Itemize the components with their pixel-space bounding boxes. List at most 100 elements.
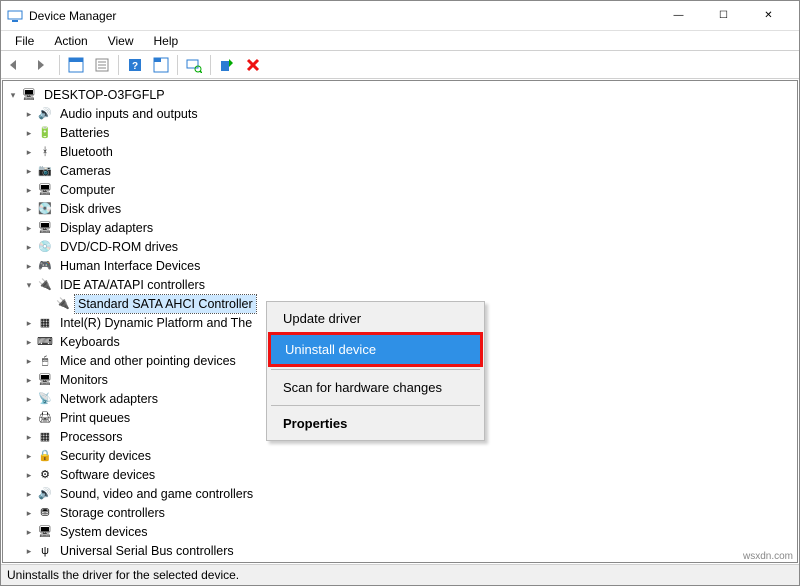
close-button[interactable]: ✕ <box>746 1 791 31</box>
node-label: Print queues <box>57 409 133 427</box>
hid-icon: 🎮 <box>37 258 53 274</box>
tree-category[interactable]: ▸⛃Storage controllers <box>5 503 795 522</box>
properties-button[interactable] <box>90 54 114 76</box>
expand-icon[interactable]: ▸ <box>23 184 35 196</box>
expand-icon[interactable]: ▸ <box>23 241 35 253</box>
expand-icon[interactable]: ▸ <box>23 127 35 139</box>
expand-icon[interactable]: ▸ <box>23 203 35 215</box>
menu-view[interactable]: View <box>98 32 144 50</box>
node-label: Sound, video and game controllers <box>57 485 256 503</box>
tree-category[interactable]: ▸🔒Security devices <box>5 446 795 465</box>
root-icon: 🖥 <box>21 87 37 103</box>
tree-category[interactable]: ▸ᚼBluetooth <box>5 142 795 161</box>
node-label: Processors <box>57 428 126 446</box>
node-label: System devices <box>57 523 151 541</box>
audio-icon: 🔊 <box>37 106 53 122</box>
tree-category[interactable]: ▸⚙Software devices <box>5 465 795 484</box>
tree-category[interactable]: ▾🔌IDE ATA/ATAPI controllers <box>5 275 795 294</box>
expand-icon[interactable]: ▸ <box>23 545 35 557</box>
tree-category[interactable]: ▸🖥Display adapters <box>5 218 795 237</box>
expand-icon[interactable]: ▸ <box>23 412 35 424</box>
expand-icon[interactable]: ▸ <box>23 260 35 272</box>
expand-icon[interactable]: ▸ <box>23 336 35 348</box>
sound-icon: 🔊 <box>37 486 53 502</box>
tree-category[interactable]: ▸🖥System devices <box>5 522 795 541</box>
expand-icon[interactable]: ▸ <box>23 108 35 120</box>
node-label: IDE ATA/ATAPI controllers <box>57 276 208 294</box>
expand-icon[interactable]: ▸ <box>23 222 35 234</box>
tree-category[interactable]: ▸📷Cameras <box>5 161 795 180</box>
expand-icon[interactable]: ▸ <box>23 488 35 500</box>
expand-icon[interactable]: ▸ <box>23 317 35 329</box>
monitor-icon: 🖥 <box>37 372 53 388</box>
tree-root[interactable]: ▾🖥DESKTOP-O3FGFLP <box>5 85 795 104</box>
node-label: Human Interface Devices <box>57 257 203 275</box>
node-label: Standard SATA AHCI Controller <box>75 295 256 313</box>
nav-forward-button[interactable] <box>31 54 55 76</box>
tree-category[interactable]: ▸🎮Human Interface Devices <box>5 256 795 275</box>
mouse-icon: 🖱 <box>37 353 53 369</box>
update-driver-button[interactable] <box>215 54 239 76</box>
tree-category[interactable]: ▸ψUniversal Serial Bus controllers <box>5 541 795 560</box>
expand-icon[interactable]: ▸ <box>23 146 35 158</box>
expand-icon[interactable]: ▸ <box>23 469 35 481</box>
app-icon <box>7 8 23 24</box>
expand-icon[interactable]: ▸ <box>23 374 35 386</box>
leaf-icon: 🔌 <box>55 296 71 312</box>
software-icon: ⚙ <box>37 467 53 483</box>
action-button[interactable] <box>149 54 173 76</box>
uninstall-button[interactable] <box>241 54 265 76</box>
computer-icon: 🖥 <box>37 182 53 198</box>
window-title: Device Manager <box>29 9 656 23</box>
collapse-icon[interactable]: ▾ <box>7 89 19 101</box>
statusbar-text: Uninstalls the driver for the selected d… <box>7 568 239 582</box>
scan-hardware-button[interactable] <box>182 54 206 76</box>
camera-icon: 📷 <box>37 163 53 179</box>
tree-category[interactable]: ▸🔊Sound, video and game controllers <box>5 484 795 503</box>
expand-icon[interactable]: ▸ <box>23 526 35 538</box>
node-label: Universal Serial Bus controllers <box>57 542 237 560</box>
node-label: Network adapters <box>57 390 161 408</box>
dvd-icon: 💿 <box>37 239 53 255</box>
context-menu-item[interactable]: Scan for hardware changes <box>269 373 482 402</box>
svg-text:?: ? <box>132 61 138 72</box>
show-hidden-button[interactable] <box>64 54 88 76</box>
tree-category[interactable]: ▸🔊Audio inputs and outputs <box>5 104 795 123</box>
menu-file[interactable]: File <box>5 32 44 50</box>
expand-icon[interactable]: ▸ <box>23 507 35 519</box>
minimize-button[interactable]: — <box>656 1 701 31</box>
context-menu-item[interactable]: Uninstall device <box>271 335 480 364</box>
tree-category[interactable]: ▸🖥Computer <box>5 180 795 199</box>
menu-help[interactable]: Help <box>144 32 189 50</box>
tree-category[interactable]: ▸💿DVD/CD-ROM drives <box>5 237 795 256</box>
toolbar-separator <box>118 55 119 75</box>
toolbar-separator <box>177 55 178 75</box>
collapse-icon[interactable]: ▾ <box>23 279 35 291</box>
node-label: DVD/CD-ROM drives <box>57 238 181 256</box>
storage-icon: ⛃ <box>37 505 53 521</box>
nav-back-button[interactable] <box>5 54 29 76</box>
node-label: Security devices <box>57 447 154 465</box>
expand-icon[interactable]: ▸ <box>23 393 35 405</box>
node-label: Batteries <box>57 124 112 142</box>
system-icon: 🖥 <box>37 524 53 540</box>
node-label: Keyboards <box>57 333 123 351</box>
security-icon: 🔒 <box>37 448 53 464</box>
maximize-button[interactable]: ☐ <box>701 1 746 31</box>
menu-action[interactable]: Action <box>44 32 97 50</box>
usb-icon: ψ <box>37 543 53 559</box>
expand-icon[interactable]: ▸ <box>23 431 35 443</box>
context-menu-separator <box>271 405 480 406</box>
context-menu-item[interactable]: Update driver <box>269 304 482 333</box>
toolbar-separator <box>59 55 60 75</box>
bluetooth-icon: ᚼ <box>37 144 53 160</box>
help-button[interactable]: ? <box>123 54 147 76</box>
menubar: File Action View Help <box>1 31 799 51</box>
tree-category[interactable]: ▸💽Disk drives <box>5 199 795 218</box>
expand-icon[interactable]: ▸ <box>23 165 35 177</box>
context-menu-item[interactable]: Properties <box>269 409 482 438</box>
network-icon: 📡 <box>37 391 53 407</box>
tree-category[interactable]: ▸🔋Batteries <box>5 123 795 142</box>
expand-icon[interactable]: ▸ <box>23 450 35 462</box>
expand-icon[interactable]: ▸ <box>23 355 35 367</box>
